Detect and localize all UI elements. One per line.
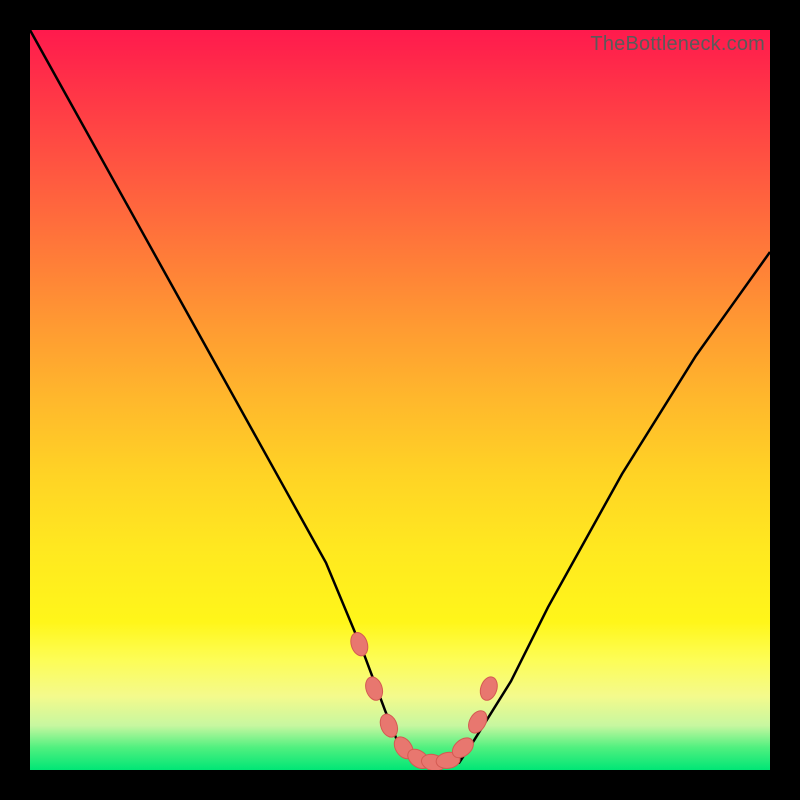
curve-svg (30, 30, 770, 770)
curve-marker (348, 630, 371, 658)
bottleneck-curve-path (30, 30, 770, 766)
curve-marker (477, 675, 500, 703)
curve-markers-group (348, 630, 500, 770)
curve-marker (465, 708, 491, 737)
outer-frame: TheBottleneck.com (0, 0, 800, 800)
curve-marker (363, 675, 386, 703)
watermark-text: TheBottleneck.com (590, 33, 765, 56)
curve-marker (377, 711, 401, 739)
